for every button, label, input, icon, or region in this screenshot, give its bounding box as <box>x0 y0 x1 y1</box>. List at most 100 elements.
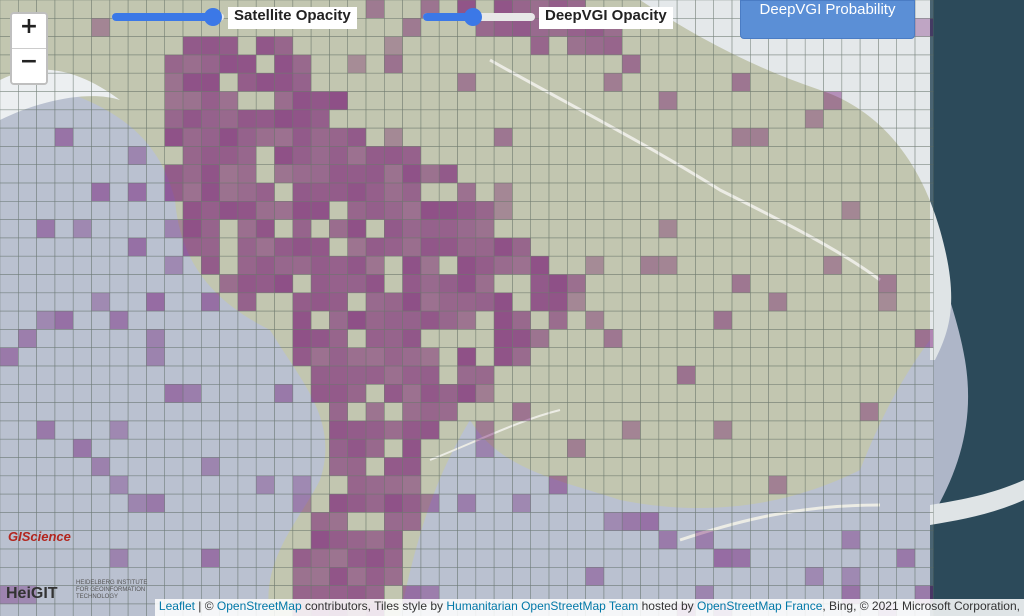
grid-cell <box>201 127 220 147</box>
grid-cell <box>896 237 916 257</box>
grid-cell <box>859 347 879 367</box>
grid-cell <box>255 420 275 440</box>
grid-cell <box>274 402 294 422</box>
grid-cell <box>109 347 129 367</box>
grid-cell <box>548 54 568 74</box>
grid-cell <box>878 475 898 495</box>
grid-cell <box>786 548 806 568</box>
grid-cell <box>329 457 348 477</box>
grid-cell <box>72 347 92 367</box>
grid-cell <box>201 274 220 294</box>
grid-cell <box>0 566 19 586</box>
grid-cell <box>237 438 257 458</box>
grid-cell <box>658 164 678 184</box>
grid-cell <box>676 329 696 348</box>
grid-cell <box>859 493 879 513</box>
grid-cell <box>164 219 184 239</box>
grid-cell <box>402 475 422 495</box>
grid-cell <box>566 182 586 202</box>
grid-cell <box>823 438 843 458</box>
leaflet-link[interactable]: Leaflet <box>159 599 195 613</box>
grid-cell <box>237 475 257 495</box>
grid-cell <box>237 530 257 550</box>
grid-cell <box>274 548 294 568</box>
grid-cell <box>749 530 769 550</box>
grid-cell <box>493 91 513 111</box>
grid-cell <box>603 127 623 147</box>
grid-cell <box>841 164 861 184</box>
grid-cell <box>146 164 165 184</box>
grid-cell <box>676 237 696 257</box>
grid-cell <box>383 457 403 477</box>
hot-link[interactable]: Humanitarian OpenStreetMap Team <box>446 599 638 613</box>
grid-cell <box>823 72 843 92</box>
satellite-opacity-slider[interactable] <box>112 6 224 28</box>
grid-cell <box>201 219 220 239</box>
grid-cell <box>859 274 879 294</box>
grid-cell <box>914 493 934 513</box>
grid-cell <box>274 219 294 239</box>
grid-cell <box>548 182 568 202</box>
grid-cell <box>914 237 934 257</box>
grid-cell <box>603 420 623 440</box>
grid-cell <box>146 182 165 202</box>
grid-cell <box>475 329 495 348</box>
grid-cell <box>914 17 934 37</box>
grid-cell <box>603 566 623 586</box>
grid-cell <box>896 329 916 348</box>
grid-cell <box>237 347 257 367</box>
grid-cell <box>585 164 605 184</box>
deepvgi-probability-button[interactable]: DeepVGI Probability <box>740 0 915 39</box>
grid-cell <box>438 182 458 202</box>
grid-cell <box>804 566 824 586</box>
grid-cell <box>475 164 495 184</box>
grid-cell <box>493 237 513 257</box>
grid-cell <box>109 36 129 56</box>
grid-cell <box>329 146 348 165</box>
grid-cell <box>566 475 586 495</box>
openstreetmap-link[interactable]: OpenStreetMap <box>217 599 302 613</box>
grid-cell <box>310 274 330 294</box>
map-canvas[interactable] <box>0 0 1024 616</box>
zoom-in-button[interactable]: + <box>12 14 46 48</box>
grid-cell <box>54 91 74 111</box>
grid-cell <box>512 255 532 275</box>
grid-cell <box>127 201 147 220</box>
grid-cell <box>237 255 257 275</box>
grid-cell <box>713 365 733 385</box>
grid-cell <box>201 182 220 202</box>
grid-cell <box>347 438 367 458</box>
grid-cell <box>695 438 715 458</box>
grid-cell <box>457 566 477 586</box>
grid-cell <box>621 347 641 367</box>
grid-cell <box>420 530 440 550</box>
grid-cell <box>274 310 294 330</box>
grid-cell <box>603 54 623 74</box>
grid-cell <box>146 310 165 330</box>
grid-cell <box>640 109 660 129</box>
grid-cell <box>640 292 660 312</box>
grid-cell <box>621 91 641 111</box>
slider-handle[interactable] <box>464 8 483 26</box>
grid-cell <box>219 438 239 458</box>
grid-cell <box>420 36 440 56</box>
grid-cell <box>621 402 641 422</box>
grid-cell <box>859 329 879 348</box>
grid-cell <box>274 237 294 257</box>
grid-cell <box>823 292 843 312</box>
zoom-out-button[interactable]: − <box>12 48 46 83</box>
grid-cell <box>566 72 586 92</box>
grid-cell <box>383 146 403 165</box>
openstreetmap-france-link[interactable]: OpenStreetMap France <box>697 599 822 613</box>
grid-cell <box>896 365 916 385</box>
grid-cell <box>91 164 111 184</box>
grid-cell <box>17 274 37 294</box>
grid-cell <box>786 237 806 257</box>
slider-handle[interactable] <box>203 8 222 26</box>
zoom-control: + − <box>10 12 48 85</box>
grid-cell <box>695 329 715 348</box>
deepvgi-opacity-slider[interactable] <box>423 6 535 28</box>
grid-cell <box>658 292 678 312</box>
grid-cell <box>292 292 312 312</box>
grid-cell <box>255 109 275 129</box>
